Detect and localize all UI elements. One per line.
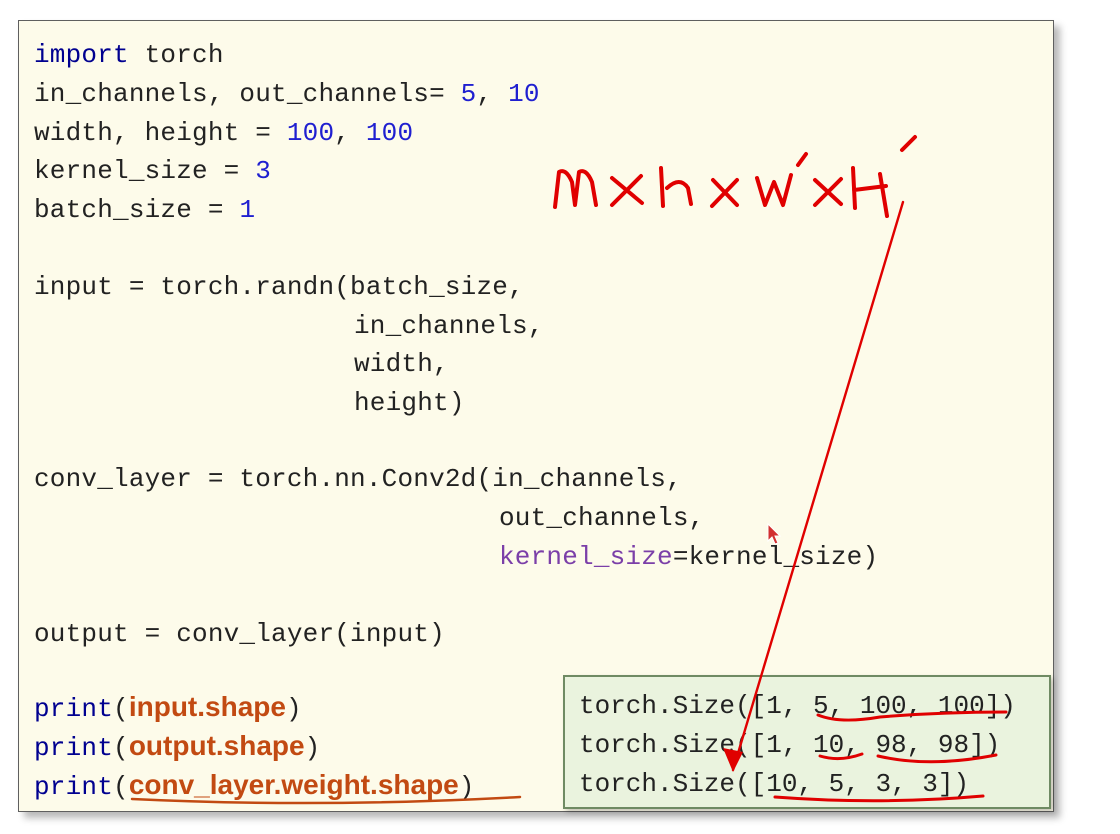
code-line-print-output: print(output.shape) xyxy=(34,730,321,763)
print-close-paren: ) xyxy=(285,694,302,724)
print-input-shape: input.shape xyxy=(128,691,286,722)
width-value: 100 xyxy=(286,118,335,148)
code-line-batch: batch_size = 1 xyxy=(34,194,255,226)
batch-size-value: 1 xyxy=(239,195,256,225)
kernel-size-param: kernel_size xyxy=(499,542,673,572)
window-edge xyxy=(1092,0,1120,834)
print-keyword: print xyxy=(34,733,114,763)
print-close-paren: ) xyxy=(304,733,321,763)
output-line-output-shape: torch.Size([1, 10, 98, 98]) xyxy=(579,730,1001,760)
print-open-paren: ( xyxy=(113,772,129,802)
import-module: torch xyxy=(128,40,224,70)
output-line-input-shape: torch.Size([1, 5, 100, 100]) xyxy=(579,691,1016,721)
print-output-shape: output.shape xyxy=(128,730,305,761)
code-line-conv-arg-kernel: kernel_size=kernel_size) xyxy=(499,541,878,573)
code-line-channels: in_channels, out_channels= 5, 10 xyxy=(34,78,540,110)
print-weight-shape: conv_layer.weight.shape xyxy=(128,769,459,800)
kernel-size-arg: =kernel_size) xyxy=(672,542,879,572)
in-channels-value: 5 xyxy=(460,79,477,109)
code-line-conv: conv_layer = torch.nn.Conv2d(in_channels… xyxy=(34,464,682,494)
kernel-assign: kernel_size = xyxy=(34,156,256,186)
output-panel: torch.Size([1, 5, 100, 100]) torch.Size(… xyxy=(563,675,1051,809)
out-channels-value: 10 xyxy=(508,79,540,109)
batch-assign: batch_size = xyxy=(34,195,240,225)
channels-separator: , xyxy=(476,79,509,109)
height-value: 100 xyxy=(365,118,414,148)
size-separator: , xyxy=(334,118,366,148)
code-line-print-input: print(input.shape) xyxy=(34,691,302,724)
code-line-output: output = conv_layer(input) xyxy=(34,619,445,649)
keyword-import: import xyxy=(34,40,129,70)
code-line-input-arg-channels: in_channels, xyxy=(354,311,544,341)
code-line-import: import torch xyxy=(34,39,224,71)
code-line-size: width, height = 100, 100 xyxy=(34,117,413,149)
channels-assign: in_channels, out_channels= xyxy=(34,79,461,109)
kernel-size-value: 3 xyxy=(255,156,272,186)
code-line-input-arg-height: height) xyxy=(354,388,465,418)
size-assign: width, height = xyxy=(34,118,287,148)
print-keyword: print xyxy=(34,694,114,724)
print-keyword: print xyxy=(34,772,114,802)
print-open-paren: ( xyxy=(113,733,129,763)
output-line-weight-shape: torch.Size([10, 5, 3, 3]) xyxy=(579,769,970,799)
code-line-input-arg-width: width, xyxy=(354,349,449,379)
code-line-input: input = torch.randn(batch_size, xyxy=(34,272,524,302)
code-line-conv-arg-out: out_channels, xyxy=(499,503,705,533)
print-open-paren: ( xyxy=(113,694,129,724)
code-line-print-weight: print(conv_layer.weight.shape) xyxy=(34,769,475,802)
print-close-paren: ) xyxy=(458,772,475,802)
code-line-kernel: kernel_size = 3 xyxy=(34,155,271,187)
mouse-cursor-icon xyxy=(767,522,782,545)
